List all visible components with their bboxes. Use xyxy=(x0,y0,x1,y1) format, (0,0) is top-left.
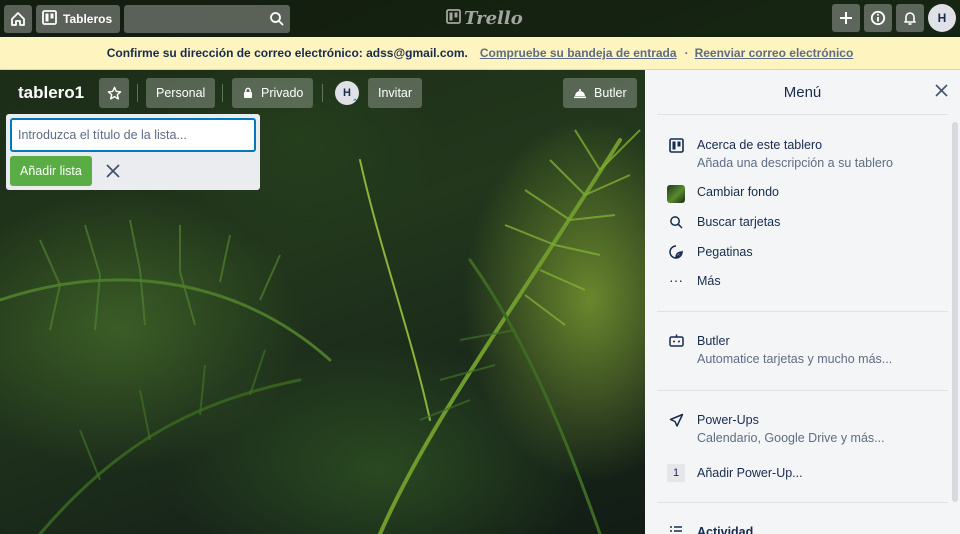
resend-email-link[interactable]: Reenviar correo electrónico xyxy=(695,46,854,60)
rocket-icon xyxy=(667,413,685,428)
board-menu-panel: Menú Acerca de este tablero Añada una de… xyxy=(645,70,960,534)
menu-divider xyxy=(657,311,948,312)
boards-label: Tableros xyxy=(63,11,113,26)
plus-icon xyxy=(840,12,852,24)
email-confirmation-banner: Confirme su dirección de correo electrón… xyxy=(0,37,960,70)
composer-actions: Añadir lista xyxy=(10,156,256,186)
notifications-button[interactable] xyxy=(896,4,924,32)
menu-item-about[interactable]: Acerca de este tablero Añada una descrip… xyxy=(667,138,893,170)
activity-list-icon xyxy=(667,525,685,534)
header-divider xyxy=(137,84,138,102)
create-button[interactable] xyxy=(832,4,860,32)
bell-icon xyxy=(904,12,916,25)
menu-item-powerups[interactable]: Power-Ups Calendario, Google Drive y más… xyxy=(667,413,885,445)
close-menu-button[interactable] xyxy=(935,84,948,101)
trello-logo-icon xyxy=(446,8,461,29)
menu-item-activity[interactable]: Actividad xyxy=(667,525,753,534)
check-inbox-link[interactable]: Compruebe su bandeja de entrada xyxy=(480,46,677,60)
sticker-icon xyxy=(667,245,685,259)
menu-item-change-background[interactable]: Cambiar fondo xyxy=(667,185,779,203)
menu-scrollbar[interactable] xyxy=(952,122,958,502)
menu-title: Menú xyxy=(783,83,822,101)
banner-message: Confirme su dirección de correo electrón… xyxy=(106,46,468,60)
boards-icon xyxy=(42,9,57,28)
banner-separator: · xyxy=(684,46,689,60)
visibility-label: Privado xyxy=(261,86,304,100)
about-subtitle: Añada una descripción a su tablero xyxy=(697,156,893,170)
search-input[interactable] xyxy=(124,4,291,33)
butler-menu-title: Butler xyxy=(697,334,730,348)
menu-divider xyxy=(657,390,948,391)
menu-item-butler[interactable]: Butler Automatice tarjetas y mucho más..… xyxy=(667,334,892,366)
header-divider xyxy=(322,84,323,102)
background-thumbnail xyxy=(667,185,685,203)
top-navigation-bar: Tableros Trello H xyxy=(0,0,960,37)
info-button[interactable] xyxy=(864,4,892,32)
more-label: Más xyxy=(697,274,721,288)
boards-button[interactable]: Tableros xyxy=(36,4,121,33)
close-icon xyxy=(106,164,120,178)
home-button[interactable] xyxy=(4,4,32,33)
stickers-label: Pegatinas xyxy=(697,245,753,259)
menu-item-search-cards[interactable]: Buscar tarjetas xyxy=(667,215,780,229)
team-button[interactable]: Personal xyxy=(146,78,216,108)
menu-item-more[interactable]: ··· Más xyxy=(667,272,721,288)
trello-logo[interactable]: Trello xyxy=(446,8,523,29)
more-dots-icon: ··· xyxy=(669,272,683,288)
board-header: tablero1 Personal Privado H ⌃ Invitar Bu… xyxy=(0,78,645,108)
powerup-count-wrap: 1 xyxy=(667,464,685,482)
change-background-label: Cambiar fondo xyxy=(697,185,779,199)
powerup-count-badge: 1 xyxy=(667,464,685,482)
info-icon xyxy=(870,10,886,26)
add-list-button[interactable]: Añadir lista xyxy=(10,156,92,186)
butler-bell-icon xyxy=(574,89,586,99)
user-avatar[interactable]: H xyxy=(928,4,956,32)
powerups-title: Power-Ups xyxy=(697,413,759,427)
butler-button[interactable]: Butler xyxy=(563,78,637,108)
add-list-composer: Añadir lista xyxy=(6,114,260,190)
search-icon xyxy=(667,215,685,229)
member-avatar[interactable]: H ⌃ xyxy=(335,81,359,106)
butler-robot-icon xyxy=(667,334,685,347)
close-composer-button[interactable] xyxy=(106,164,120,178)
close-icon xyxy=(935,84,948,97)
search-icon xyxy=(270,12,284,26)
menu-item-add-powerup[interactable]: 1 Añadir Power-Up... xyxy=(667,464,803,482)
search-cards-label: Buscar tarjetas xyxy=(697,215,781,229)
add-powerup-label: Añadir Power-Up... xyxy=(697,466,803,480)
background-thumbnail-wrap xyxy=(667,185,685,203)
boards-icon xyxy=(667,138,685,153)
invite-button[interactable]: Invitar xyxy=(368,78,423,108)
star-icon xyxy=(107,86,121,100)
menu-header: Menú xyxy=(657,70,948,115)
powerups-subtitle: Calendario, Google Drive y más... xyxy=(697,431,885,445)
butler-label: Butler xyxy=(594,86,627,100)
star-button[interactable] xyxy=(99,78,129,108)
header-divider xyxy=(222,84,223,102)
activity-label: Actividad xyxy=(697,525,754,534)
board-title[interactable]: tablero1 xyxy=(18,83,84,103)
about-title: Acerca de este tablero xyxy=(697,138,823,152)
admin-chevron-icon: ⌃ xyxy=(352,99,358,106)
menu-divider xyxy=(657,502,948,503)
topbar-right-actions: H xyxy=(832,4,956,32)
home-icon xyxy=(11,11,25,26)
lock-icon xyxy=(244,87,252,98)
visibility-button[interactable]: Privado xyxy=(232,78,314,108)
list-title-input[interactable] xyxy=(10,118,256,152)
member-initial: H xyxy=(343,87,351,99)
butler-menu-subtitle: Automatice tarjetas y mucho más... xyxy=(697,352,893,366)
trello-logo-text: Trello xyxy=(464,8,523,29)
menu-item-stickers[interactable]: Pegatinas xyxy=(667,245,753,259)
